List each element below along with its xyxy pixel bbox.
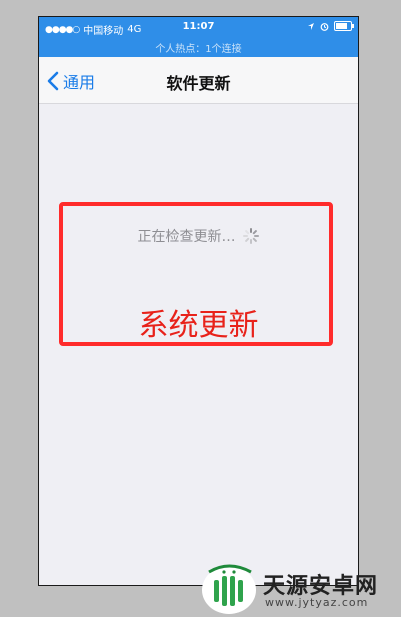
- update-status-row: 正在检查更新…: [39, 226, 358, 246]
- annotation-label: 系统更新: [138, 308, 259, 343]
- status-right: [307, 21, 354, 31]
- page-title: 软件更新: [166, 74, 231, 93]
- hotspot-banner[interactable]: 个人热点：1个连接: [39, 40, 358, 55]
- status-bar: ●●●●○ 中国移动 4G 11:07 个人热点：1个连接: [39, 17, 358, 57]
- android-logo-icon: [202, 564, 256, 614]
- alarm-icon: [320, 22, 329, 31]
- checking-updates-text: 正在检查更新…: [137, 229, 236, 245]
- activity-spinner-icon: [242, 228, 259, 244]
- phone-screen: ●●●●○ 中国移动 4G 11:07 个人热点：1个连接 通用 软件更新 正在…: [38, 16, 359, 586]
- location-icon: [308, 22, 314, 30]
- battery-icon: [334, 21, 354, 31]
- content-area: 正在检查更新… 系统更新: [39, 104, 358, 585]
- navigation-bar: 通用 软件更新: [39, 57, 358, 104]
- watermark: 天源安卓网 www.jytyaz.com: [199, 556, 399, 616]
- watermark-url: www.jytyaz.com: [265, 596, 369, 609]
